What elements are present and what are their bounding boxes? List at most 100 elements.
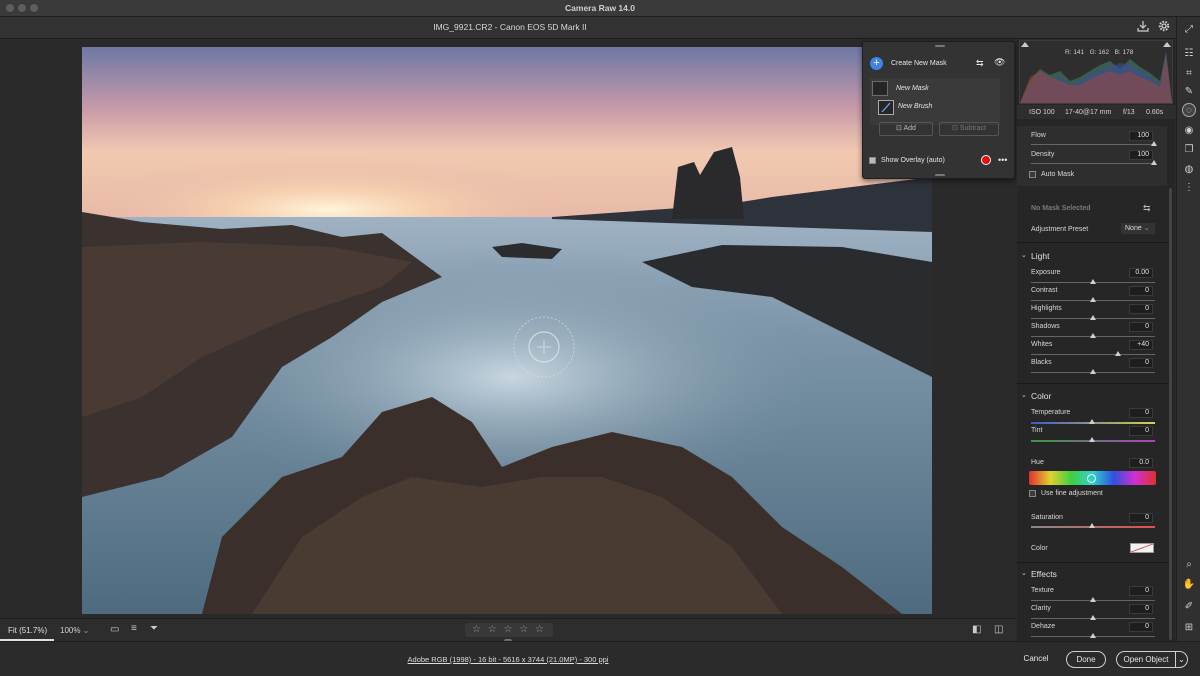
highlight-clip-icon[interactable]	[1163, 42, 1171, 47]
sampler-icon[interactable]: ✐	[1182, 600, 1196, 614]
texture-value[interactable]: 0	[1129, 586, 1153, 596]
grid-icon[interactable]: ⊞	[1182, 621, 1196, 635]
flyout-grip[interactable]	[935, 45, 945, 47]
rating-stars[interactable]: ☆ ☆ ☆ ☆ ☆	[472, 624, 546, 635]
temperature-value[interactable]: 0	[1129, 408, 1153, 418]
clarity-value[interactable]: 0	[1129, 604, 1153, 614]
new-brush-label[interactable]: New Brush	[898, 103, 932, 110]
sort-icon[interactable]: ≡	[131, 623, 137, 634]
dehaze-value[interactable]: 0	[1129, 622, 1153, 632]
new-mask-label[interactable]: New Mask	[896, 85, 929, 92]
panel-scrollbar[interactable]	[1169, 188, 1172, 640]
highlights-label: Highlights	[1031, 305, 1062, 312]
density-slider-thumb[interactable]	[1151, 160, 1157, 165]
exposure-slider-thumb[interactable]	[1090, 279, 1096, 284]
color-chevron-icon[interactable]: ⌄	[1021, 391, 1027, 399]
subtract-button[interactable]: ⊡ Subtract	[939, 122, 999, 136]
light-title[interactable]: Light	[1031, 251, 1049, 261]
shadow-clip-icon[interactable]	[1021, 42, 1029, 47]
flow-value[interactable]: 100	[1129, 131, 1153, 141]
reset-mask-icon[interactable]: ⇆	[1143, 203, 1151, 214]
texture-slider-thumb[interactable]	[1090, 597, 1096, 602]
blacks-label: Blacks	[1031, 359, 1052, 366]
hue-picker[interactable]	[1087, 474, 1096, 483]
new-brush-swatch[interactable]	[878, 100, 894, 115]
heal-icon[interactable]: ✎	[1182, 85, 1196, 99]
highlights-slider-thumb[interactable]	[1090, 315, 1096, 320]
shadows-value[interactable]: 0	[1129, 322, 1153, 332]
workflow-options-link[interactable]: Adobe RGB (1998) - 16 bit - 5616 x 3744 …	[0, 655, 1016, 664]
density-value[interactable]: 100	[1129, 150, 1153, 160]
rgb-readout: R: 141 G: 162 B: 178	[1065, 49, 1133, 56]
saturation-label: Saturation	[1031, 514, 1063, 521]
show-overlay-checkbox[interactable]	[869, 157, 876, 164]
presets-icon[interactable]: ◍	[1182, 163, 1196, 177]
fit-zoom-button[interactable]: Fit (51.7%)	[0, 619, 54, 641]
gear-icon[interactable]	[1157, 20, 1171, 34]
flow-slider[interactable]	[1031, 144, 1155, 145]
filter-icon[interactable]: ⏷	[150, 623, 158, 634]
cancel-button[interactable]: Cancel	[1018, 651, 1054, 668]
save-icon[interactable]	[1136, 20, 1150, 34]
whites-value[interactable]: +40	[1129, 340, 1153, 350]
masking-icon[interactable]: ◌	[1182, 103, 1196, 117]
reset-icon[interactable]: ⇆	[976, 58, 984, 69]
exposure-value[interactable]: 0.00	[1129, 268, 1153, 278]
more-tools-icon[interactable]: ⋮	[1182, 181, 1196, 195]
visibility-icon[interactable]: 👁	[994, 57, 1005, 68]
blacks-value[interactable]: 0	[1129, 358, 1153, 368]
fine-adjust-checkbox[interactable]	[1029, 490, 1036, 497]
preset-dropdown[interactable]: None ⌄	[1121, 223, 1155, 234]
star-rating[interactable]: ☆ ☆ ☆ ☆ ☆ 🗑	[465, 623, 553, 648]
edit-icon[interactable]: ☷	[1182, 47, 1196, 61]
shadows-slider-thumb[interactable]	[1090, 333, 1096, 338]
create-mask-label[interactable]: Create New Mask	[891, 60, 947, 67]
temperature-slider-thumb[interactable]	[1089, 419, 1095, 424]
more-options-icon[interactable]: •••	[998, 155, 1007, 165]
zoom-dropdown[interactable]: 100% ⌄	[60, 626, 89, 635]
contrast-value[interactable]: 0	[1129, 286, 1153, 296]
effects-title[interactable]: Effects	[1031, 569, 1057, 579]
saturation-slider-thumb[interactable]	[1089, 523, 1095, 528]
light-chevron-icon[interactable]: ⌄	[1021, 251, 1027, 259]
before-after-icon[interactable]: ◫	[994, 624, 1003, 635]
color-title[interactable]: Color	[1031, 391, 1051, 401]
red-eye-icon[interactable]: ◉	[1182, 124, 1196, 138]
done-button[interactable]: Done	[1066, 651, 1106, 668]
saturation-value[interactable]: 0	[1129, 513, 1153, 523]
flow-slider-thumb[interactable]	[1151, 141, 1157, 146]
density-slider[interactable]	[1031, 163, 1155, 164]
crop-icon[interactable]: ⌗	[1182, 67, 1196, 81]
effects-chevron-icon[interactable]: ⌄	[1021, 569, 1027, 577]
photo-preview[interactable]	[82, 47, 932, 614]
whites-slider[interactable]	[1031, 354, 1155, 355]
dehaze-slider-thumb[interactable]	[1090, 633, 1096, 638]
create-mask-button[interactable]: +	[870, 57, 883, 70]
overlay-color-swatch[interactable]	[981, 155, 991, 165]
r-label: R:	[1065, 49, 1072, 56]
hand-tool-icon[interactable]: ✋	[1182, 578, 1196, 592]
tint-slider-thumb[interactable]	[1089, 437, 1095, 442]
new-mask-swatch[interactable]	[872, 81, 888, 96]
auto-mask-checkbox[interactable]	[1029, 171, 1036, 178]
tint-value[interactable]: 0	[1129, 426, 1153, 436]
zoom-tool-icon[interactable]: ⌕	[1182, 558, 1196, 572]
contrast-slider-thumb[interactable]	[1090, 297, 1096, 302]
tool-strip: ⤢ ☷ ⌗ ✎ ◌ ◉ ❐ ◍ ⋮ ⌕ ✋ ✐ ⊞	[1176, 17, 1200, 641]
hue-value[interactable]: 0.0	[1129, 458, 1153, 468]
snapshots-icon[interactable]: ❐	[1182, 143, 1196, 157]
flyout-bottom-grip[interactable]	[935, 174, 945, 176]
mask-list: New Mask New Brush	[870, 78, 1000, 125]
filmstrip-icon[interactable]: ▭	[110, 624, 119, 635]
open-object-button[interactable]: Open Object	[1116, 651, 1176, 668]
whites-slider-thumb[interactable]	[1115, 351, 1121, 356]
open-options-dropdown[interactable]: ⌄	[1175, 651, 1188, 668]
overlay-toggle-icon[interactable]: ◧	[972, 624, 981, 635]
aperture-value: f/13	[1123, 109, 1135, 116]
fullscreen-icon[interactable]: ⤢	[1182, 23, 1196, 37]
color-swatch[interactable]	[1130, 543, 1154, 553]
blacks-slider-thumb[interactable]	[1090, 369, 1096, 374]
add-button[interactable]: ⊡ Add	[879, 122, 933, 136]
clarity-slider-thumb[interactable]	[1090, 615, 1096, 620]
highlights-value[interactable]: 0	[1129, 304, 1153, 314]
